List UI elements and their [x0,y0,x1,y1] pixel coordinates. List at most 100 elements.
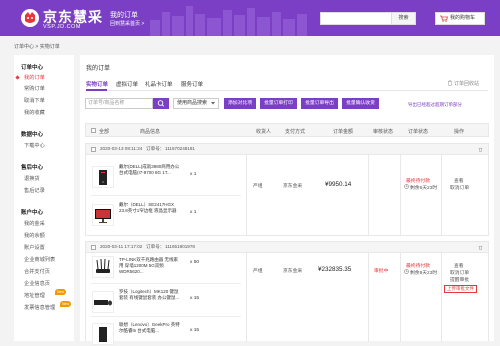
search-mode-select[interactable]: 使用商品搜索 [173,98,219,109]
batch-export-button[interactable]: 批量订单导出 [301,98,338,109]
order-header: 2020-03-11 17:17:02 订单号： 111651901978 [86,242,488,253]
item-divider [91,283,241,284]
router-icon [96,258,110,273]
countdown: 剩余8天23时 [410,271,438,276]
page-title: 我的订单 [86,66,111,72]
remind-approval-link[interactable]: 提醒审批 [450,276,469,283]
order-date: 2020-03-11 17:17:02 [100,244,143,249]
sidebar-item-frequent-orders[interactable]: 常购订单 [24,85,45,92]
sidebar-item-address[interactable]: 地址管理 [24,292,45,299]
order-date: 2020-03-13 08:11:24 [100,146,143,151]
keyboard-mouse-icon [94,300,112,306]
batch-confirm-button[interactable]: 批量确认收货 [342,98,379,109]
item-divider [91,195,241,196]
search-mode-value: 使用商品搜索 [177,100,208,106]
product-image[interactable] [92,291,114,313]
back-to-home-link[interactable]: 回到慧采首页 > [110,20,144,27]
product-image[interactable] [92,166,114,188]
tab-virtual-orders[interactable]: 虚拟订单 [116,80,138,88]
product-image[interactable] [92,256,114,278]
tab-service-orders[interactable]: 服务订单 [181,80,203,88]
desktop-tower-icon [99,170,107,185]
sidebar-item-download-center[interactable]: 下载中心 [24,142,45,149]
tab-giftcard-orders[interactable]: 礼品卡订单 [145,80,173,88]
product-image[interactable] [92,204,114,226]
view-order-link[interactable]: 查看 [454,262,464,269]
order-no-label: 订单号： [146,244,165,249]
top-header: 京东慧采 VSP.JD.COM 我的订单 回到慧采首页 > 搜索 我的购物车 [0,0,500,36]
view-order-link[interactable]: 查看 [454,177,464,184]
sidebar-item-favorites[interactable]: 我的收藏 [24,109,45,116]
product-qty: x 15 [190,328,200,333]
batch-print-button[interactable]: 批量订单打印 [260,98,297,109]
col-audit: 审核状态 [373,129,394,135]
search-icon [157,100,165,107]
sidebar-item-aftersale-records[interactable]: 售后记录 [24,187,45,194]
audit-status: 审批中 [374,269,389,274]
order-number[interactable]: 111651901978 [165,244,195,249]
trash-icon[interactable] [478,147,483,152]
new-badge: New [60,301,72,307]
header-page-title: 我的订单 [110,12,138,19]
product-name[interactable]: 罗技（Logitech）MK120 键鼠套装 有线键鼠套装 办公键鼠... [119,289,181,301]
cart-icon [440,15,448,22]
clock-icon [404,184,409,189]
col-amount: 订单金额 [333,129,354,135]
sidebar-item-enterprise-info[interactable]: 企业信息页 [24,280,50,287]
column-divider [400,253,401,342]
countdown: 剩余6天23时 [410,186,438,191]
sidebar-group-aftersale: 售后中心 [21,165,44,171]
column-divider [441,155,442,236]
sidebar-item-returns[interactable]: 退换货 [24,175,40,182]
cart-label: 我的购物车 [450,15,476,21]
col-status[interactable]: 订单状态 [408,128,428,135]
sidebar-item-combined-pay[interactable]: 合并支付页 [24,268,50,275]
jd-mascot-icon [21,9,39,27]
sidebar-item-account-settings[interactable]: 账户设置 [24,244,45,251]
order-number[interactable]: 111670248181 [165,146,195,151]
product-name[interactable]: 戴尔(DELL)成就3980商用办公台式电脑(I7-8700 8G 1T... [119,164,181,176]
select-all-checkbox[interactable] [91,128,96,133]
order-amount: ¥9950.14 [325,181,352,188]
product-name[interactable]: 联想（Lenovo）GeekPro 英特尔酷睿i5 台式电脑... [119,322,181,334]
order-checkbox[interactable] [91,147,96,152]
order-tabs: 实物订单 虚拟订单 礼品卡订单 服务订单 订单回收站 [86,77,488,91]
recycle-bin-link[interactable]: 订单回收站 [454,80,479,87]
product-name[interactable]: TP-LINK双千兆路由器 无线家用 穿墙1200M 5G双频WDR5620..… [119,257,181,275]
product-qty: x 50 [190,260,200,265]
column-divider [441,253,442,342]
product-name[interactable]: 戴尔（DELL）SE2417HGX 23.8英寸1窄边框 液晶显示器 [119,202,181,214]
sidebar-item-jincai[interactable]: 我的金采 [24,220,45,227]
trash-icon[interactable] [478,245,483,250]
breadcrumb: 订单中心 > 实物订单 [14,44,60,50]
table-header: 全部 商品信息 收货人 支付方式 订单金额 审核状态 订单状态 操作 [85,123,489,137]
logo-url: VSP.JD.COM [43,24,81,30]
order-search-input[interactable]: 订单号/商品名称 [85,98,153,109]
trash-icon [448,80,452,86]
upload-approval-button[interactable]: 上传审批文件 [444,285,477,293]
order-search-button[interactable] [153,98,169,109]
sidebar: 订单中心 我的订单 常购订单 取消下单 我的收藏 数据中心 下载中心 售后中心 … [14,55,74,341]
monitor-icon [95,209,111,223]
order-no-label: 订单号： [146,146,165,151]
sidebar-item-cancel-order[interactable]: 取消下单 [24,97,45,104]
payment-method: 京东金采 [283,184,303,189]
sidebar-item-balance[interactable]: 我的余额 [24,232,45,239]
tab-physical-orders[interactable]: 实物订单 [86,80,108,88]
export-overdue-link[interactable]: 导出已经超过超期订单部分 [408,102,462,108]
col-actions: 操作 [454,129,465,135]
header-search-button[interactable]: 搜索 [391,12,416,25]
col-payment[interactable]: 支付方式 [285,128,305,135]
order-card: 2020-03-13 08:11:24 订单号： 111670248181 戴尔… [85,143,489,236]
sidebar-item-my-orders[interactable]: 我的订单 [24,74,45,81]
add-compare-button[interactable]: 添加对比项 [224,98,256,109]
product-image[interactable] [92,323,114,345]
sidebar-item-invoice[interactable]: 发票信息管理 [24,304,55,311]
order-checkbox[interactable] [91,245,96,250]
cart-button[interactable]: 我的购物车 [435,12,485,25]
order-status: 最终待付款 [406,179,430,184]
cancel-order-link[interactable]: 取消订单 [450,184,469,191]
sidebar-group-account: 账户中心 [21,210,44,216]
sidebar-item-enterprise-mall[interactable]: 企业商城列表 [24,256,55,263]
cancel-order-link[interactable]: 取消订单 [450,269,469,276]
